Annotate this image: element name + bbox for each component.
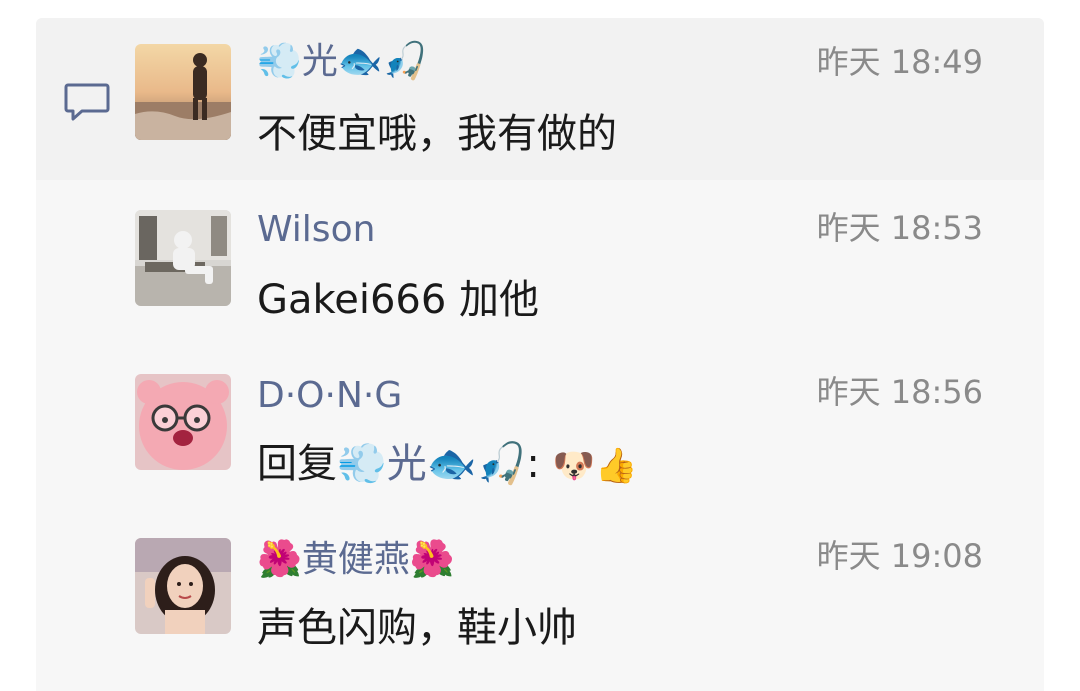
comment-author[interactable]: D·O·N·G — [257, 376, 402, 416]
comment-item[interactable]: D·O·N·G 昨天 18:56 回复💨光🐟🎣: 🐶👍 — [0, 330, 1080, 490]
reply-colon: : — [526, 441, 540, 487]
comment-text: 不便宜哦，我有做的 — [257, 111, 617, 157]
reply-target-name[interactable]: 💨光🐟🎣 — [337, 441, 526, 487]
comment-time: 昨天 18:53 — [816, 209, 983, 247]
comment-text: 回复💨光🐟🎣: 🐶👍 — [257, 440, 637, 490]
comment-emoji: 🐶👍 — [552, 446, 638, 486]
comment-text: 声色闪购，鞋小帅 — [257, 605, 577, 651]
comment-time: 昨天 19:08 — [816, 537, 983, 575]
avatar[interactable] — [135, 538, 231, 634]
comment-time: 昨天 18:49 — [816, 43, 983, 81]
comment-text: Gakei666 加他 — [257, 277, 540, 323]
comment-time: 昨天 18:56 — [816, 373, 983, 411]
comment-author[interactable]: Wilson — [257, 210, 375, 250]
comment-author[interactable]: 🌺黄健燕🌺 — [257, 540, 455, 580]
reply-prefix: 回复 — [257, 441, 337, 487]
comment-item[interactable]: Wilson 昨天 18:53 Gakei666 加他 — [0, 166, 1080, 326]
comment-item[interactable]: 🌺黄健燕🌺 昨天 19:08 声色闪购，鞋小帅 — [0, 494, 1080, 654]
comment-item[interactable]: 💨光🐟🎣 昨天 18:49 不便宜哦，我有做的 — [0, 0, 1080, 160]
comment-author[interactable]: 💨光🐟🎣 — [257, 42, 427, 82]
avatar[interactable] — [135, 44, 231, 140]
avatar[interactable] — [135, 374, 231, 470]
avatar[interactable] — [135, 210, 231, 306]
